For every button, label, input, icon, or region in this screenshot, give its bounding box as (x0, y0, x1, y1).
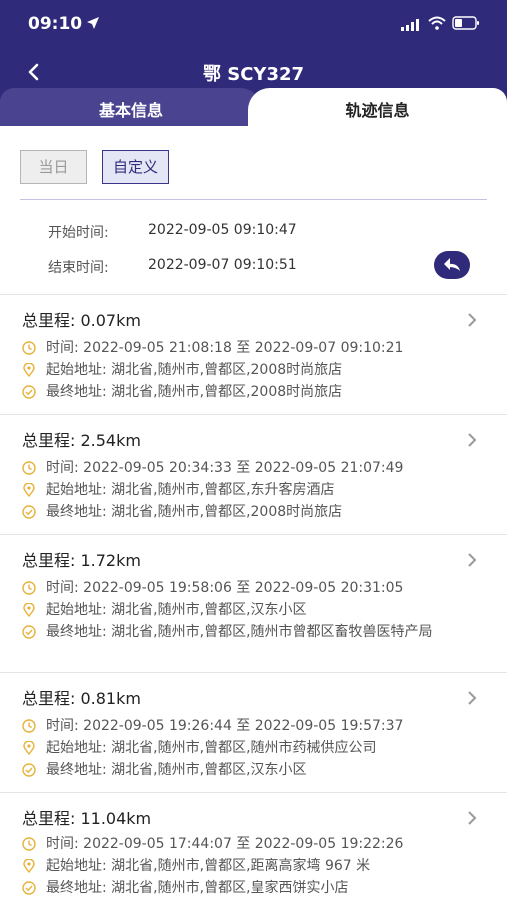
trip-end-address: 最终地址: 湖北省,随州市,曾都区,2008时尚旅店 (46, 384, 343, 400)
tab-basic-info[interactable]: 基本信息 (0, 88, 262, 126)
check-circle-icon (22, 625, 36, 639)
check-circle-icon (22, 505, 36, 519)
reply-arrow-icon (444, 258, 460, 271)
trip-end-row: 最终地址: 湖北省,随州市,曾都区,汉东小区 (22, 759, 482, 781)
trip-start-row: 起始地址: 湖北省,随州市,曾都区,距离高家塆 967 米 (22, 855, 482, 877)
trip-start-address: 起始地址: 湖北省,随州市,曾都区,随州市药械供应公司 (46, 740, 377, 756)
trip-distance: 总里程: 0.81km (22, 689, 141, 708)
clock-icon (22, 461, 36, 475)
trip-item[interactable]: 总里程: 1.72km 时间: 2022-09-05 19:58:06 至 20… (0, 534, 507, 672)
battery-icon (452, 16, 479, 30)
end-time-label: 结束时间: (48, 260, 109, 276)
trip-start-row: 起始地址: 湖北省,随州市,曾都区,东升客房酒店 (22, 479, 482, 501)
page-title: 鄂 SCY327 (202, 64, 305, 85)
trip-end-row: 最终地址: 湖北省,随州市,曾都区,2008时尚旅店 (22, 381, 482, 403)
check-circle-icon (22, 881, 36, 895)
clock-icon (22, 837, 36, 851)
filter-today-button[interactable]: 当日 (20, 150, 87, 184)
trip-item[interactable]: 总里程: 0.07km 时间: 2022-09-05 21:08:18 至 20… (0, 294, 507, 414)
tab-basic-info-label: 基本信息 (98, 101, 163, 120)
trip-time-row: 时间: 2022-09-05 17:44:07 至 2022-09-05 19:… (22, 833, 482, 855)
clock-icon (22, 719, 36, 733)
check-circle-icon (22, 763, 36, 777)
filter-custom-button[interactable]: 自定义 (102, 150, 169, 184)
start-time-value[interactable]: 2022-09-05 09:10:47 (148, 222, 297, 238)
trip-end-address: 最终地址: 湖北省,随州市,曾都区,汉东小区 (46, 762, 307, 778)
reset-button[interactable] (434, 251, 470, 279)
trip-distance: 总里程: 2.54km (22, 431, 141, 450)
location-pin-icon (23, 483, 35, 497)
trip-time-row: 时间: 2022-09-05 21:08:18 至 2022-09-07 09:… (22, 337, 482, 359)
tab-track-info-label: 轨迹信息 (345, 101, 410, 120)
trip-item[interactable]: 总里程: 0.81km 时间: 2022-09-05 19:26:44 至 20… (0, 672, 507, 792)
trip-time: 时间: 2022-09-05 21:08:18 至 2022-09-07 09:… (46, 340, 404, 356)
location-pin-icon (23, 859, 35, 873)
trip-distance: 总里程: 11.04km (22, 809, 152, 828)
trip-time-row: 时间: 2022-09-05 19:26:44 至 2022-09-05 19:… (22, 715, 482, 737)
trip-end-row: 最终地址: 湖北省,随州市,曾都区,皇家西饼实小店 (22, 877, 482, 899)
chevron-right-icon (468, 811, 477, 825)
end-time-value[interactable]: 2022-09-07 09:10:51 (148, 257, 297, 273)
location-pin-icon (23, 363, 35, 377)
trip-start-address: 起始地址: 湖北省,随州市,曾都区,汉东小区 (46, 602, 307, 618)
chevron-right-icon (468, 553, 477, 567)
wifi-icon (428, 16, 446, 30)
trip-start-row: 起始地址: 湖北省,随州市,曾都区,汉东小区 (22, 599, 482, 621)
divider (20, 199, 487, 200)
clock-icon (22, 341, 36, 355)
chevron-right-icon (468, 691, 477, 705)
trip-time: 时间: 2022-09-05 17:44:07 至 2022-09-05 19:… (46, 836, 404, 852)
trip-time: 时间: 2022-09-05 20:34:33 至 2022-09-05 21:… (46, 460, 404, 476)
trip-end-row: 最终地址: 湖北省,随州市,曾都区,2008时尚旅店 (22, 501, 482, 523)
location-pin-icon (23, 603, 35, 617)
trip-start-row: 起始地址: 湖北省,随州市,曾都区,随州市药械供应公司 (22, 737, 482, 759)
trip-item[interactable]: 总里程: 2.54km 时间: 2022-09-05 20:34:33 至 20… (0, 414, 507, 534)
trip-start-address: 起始地址: 湖北省,随州市,曾都区,东升客房酒店 (46, 482, 335, 498)
trip-start-address: 起始地址: 湖北省,随州市,曾都区,距离高家塆 967 米 (46, 858, 371, 874)
chevron-right-icon (468, 433, 477, 447)
status-time: 09:10 (28, 14, 83, 34)
tab-track-info[interactable]: 轨迹信息 (248, 88, 507, 126)
trip-time-row: 时间: 2022-09-05 20:34:33 至 2022-09-05 21:… (22, 457, 482, 479)
cellular-signal-icon (401, 19, 419, 31)
trip-start-address: 起始地址: 湖北省,随州市,曾都区,2008时尚旅店 (46, 362, 343, 378)
check-circle-icon (22, 385, 36, 399)
trip-time-row: 时间: 2022-09-05 19:58:06 至 2022-09-05 20:… (22, 577, 482, 599)
trip-end-row: 最终地址: 湖北省,随州市,曾都区,随州市曾都区畜牧兽医特产局 (22, 621, 482, 643)
trip-end-address: 最终地址: 湖北省,随州市,曾都区,随州市曾都区畜牧兽医特产局 (46, 624, 433, 640)
trip-item[interactable]: 总里程: 11.04km 时间: 2022-09-05 17:44:07 至 2… (0, 792, 507, 900)
status-bar: 09:10 (0, 0, 507, 50)
start-time-label: 开始时间: (48, 225, 109, 241)
trip-end-address: 最终地址: 湖北省,随州市,曾都区,皇家西饼实小店 (46, 880, 349, 896)
track-content: 当日 自定义 开始时间: 2022-09-05 09:10:47 结束时间: 2… (0, 126, 507, 900)
chevron-right-icon (468, 313, 477, 327)
trip-time: 时间: 2022-09-05 19:58:06 至 2022-09-05 20:… (46, 580, 404, 596)
trip-distance: 总里程: 1.72km (22, 551, 141, 570)
trip-distance: 总里程: 0.07km (22, 311, 141, 330)
location-pin-icon (23, 741, 35, 755)
trip-end-address: 最终地址: 湖北省,随州市,曾都区,2008时尚旅店 (46, 504, 343, 520)
trip-start-row: 起始地址: 湖北省,随州市,曾都区,2008时尚旅店 (22, 359, 482, 381)
trip-time: 时间: 2022-09-05 19:26:44 至 2022-09-05 19:… (46, 718, 404, 734)
location-arrow-icon (87, 17, 99, 29)
clock-icon (22, 581, 36, 595)
